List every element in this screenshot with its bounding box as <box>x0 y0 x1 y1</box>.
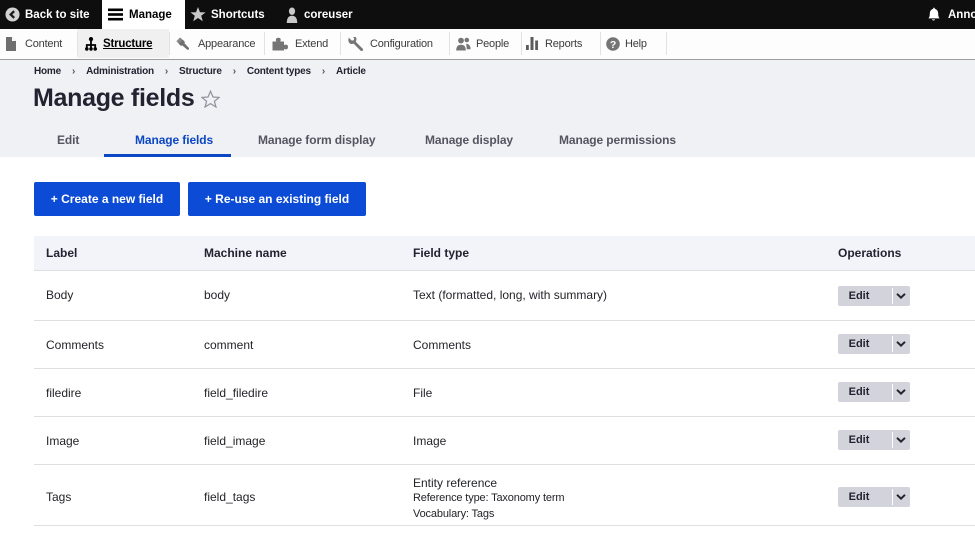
svg-text:?: ? <box>610 38 616 50</box>
